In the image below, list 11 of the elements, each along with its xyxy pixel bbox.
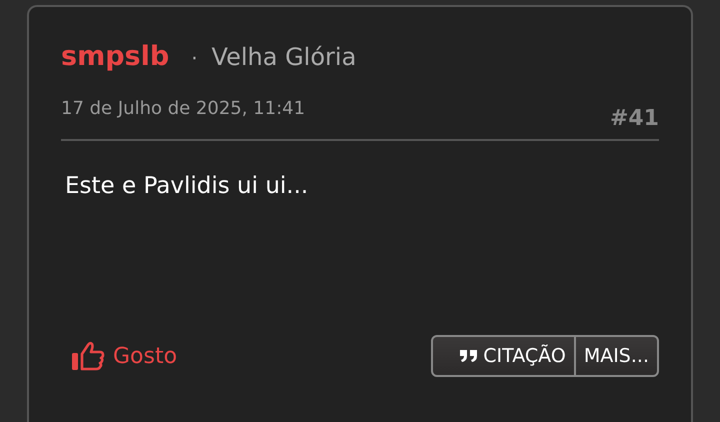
quote-button[interactable]: CITAÇÃO [433,337,574,375]
like-link[interactable]: Gosto [61,341,178,371]
post-date: 17 de Julho de 2025, 11:41 [61,98,306,119]
separator-dot: · [191,46,198,70]
thumbs-up-icon [71,341,105,371]
author-name[interactable]: smpslb [61,41,170,72]
more-button[interactable]: MAIS... [576,337,657,375]
post-body: Este e Pavlidis ui ui... [64,173,310,199]
user-rank: Velha Glória [212,43,356,71]
post-number[interactable]: #41 [610,106,659,131]
quote-icon [459,349,480,363]
